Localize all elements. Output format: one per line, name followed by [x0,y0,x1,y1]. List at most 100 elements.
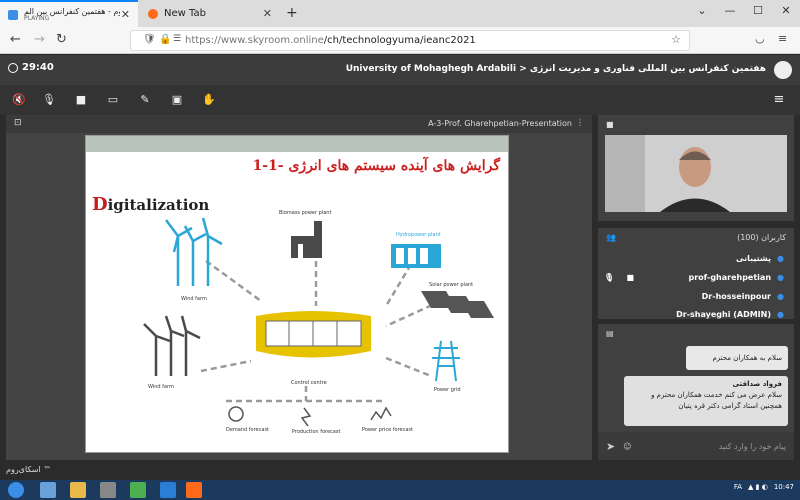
presentation-slide: 1-1- گرایش های آینده سیستم های انرژی Dig… [85,135,509,453]
biomass-plant-icon [291,221,322,258]
demand-clock-icon [228,406,244,422]
chat-input[interactable]: پیام خود را وارد کنید [719,442,786,451]
user-icon: ● [777,273,784,282]
more-options-icon[interactable]: ⋮ [576,118,584,127]
user-icon: ● [777,254,784,263]
language-indicator[interactable]: FA [734,483,742,491]
hydro-label: Hydropower plant [396,232,441,238]
control-centre-label: Control centre [291,380,327,386]
wind-farm-2-label: Wind farm [148,384,174,390]
chat-text: سلام عرض می کنم خدمت همکاران محترم و همچ… [651,391,782,411]
chat-message: سلام به همکاران محترم [686,346,788,370]
connector-forecast [226,386,386,403]
chat-panel: ▤ سلام به همکاران محترم فرواد صداقتی سلا… [598,324,794,460]
users-panel-header: 👥 کاربران (100) [598,228,794,246]
close-tab-icon[interactable]: ✕ [121,8,130,21]
chat-author: فرواد صداقتی [732,380,782,388]
list-item[interactable]: Dr-hosseinpour ● [702,292,784,301]
ie-icon[interactable] [40,482,56,498]
list-item[interactable]: Dr-shayeghi (ADMIN) ● [676,310,784,319]
tray-icons: ▲ ▮ ◐ [748,483,768,491]
user-icon: ● [777,310,784,319]
video-panel-header: ■ [598,115,794,133]
edge-icon[interactable] [160,482,176,498]
back-arrow-icon[interactable]: ← [10,32,21,47]
price-chart-icon [370,406,392,421]
presentation-panel: ⊡ A-3-Prof. Gharehpetian-Presentation ⋮ … [6,115,592,460]
camera-icon: ■ [626,273,634,282]
presentation-icon[interactable]: ▣ [170,93,184,107]
hamburger-menu-icon[interactable]: ≡ [772,93,786,107]
connector-wind2 [200,359,252,373]
solar-label: Solar power plant [429,282,473,288]
url-path: /ch/technologyuma/ieanc2021 [323,35,476,46]
energy-diagram: Wind farm Biomass power plant Hydropower… [143,210,494,435]
mic-muted-icon[interactable]: 🎙 [42,93,56,107]
forward-arrow-icon[interactable]: → [34,32,45,47]
avatar[interactable] [774,61,792,79]
close-tab-icon[interactable]: ✕ [263,7,272,20]
send-icon[interactable]: ➤ [606,440,615,453]
speaker-video [605,135,787,212]
shield-icon: 🛡 [143,34,156,45]
toolbar: 🔇 🎙 ■ ▭ ✎ ▣ ✋ ≡ [0,85,800,115]
screen-share-icon[interactable]: ▭ [106,93,120,107]
user-icon: ● [777,292,784,301]
camera-icon[interactable]: ■ [74,93,88,107]
control-centre-icon [256,311,371,358]
wind-farm-icon [165,217,223,286]
room-title: University of Mohaghegh Ardabili > هفتمی… [345,64,766,74]
speaker-muted-icon[interactable]: 🔇 [12,93,26,107]
start-button-icon[interactable] [8,482,24,498]
list-item[interactable]: پشتیبانی ● [736,254,784,263]
tab-playing-label: PLAYING [24,14,50,22]
production-label: Production forecast [292,429,340,435]
chat-message: فرواد صداقتی سلام عرض می کنم خدمت همکارا… [624,376,788,426]
pocket-icon[interactable]: ◡ [755,32,765,45]
maximize-icon[interactable]: ☐ [744,0,772,22]
biomass-label: Biomass power plant [279,210,331,216]
speaker-image [605,135,787,212]
browser-navbar: ← → ↻ 🛡 🔒 ☰ https://www.skyroom.online/c… [0,27,800,54]
menu-icon[interactable]: ≡ [778,32,787,45]
chevron-down-icon[interactable]: ⌄ [688,0,716,22]
emoji-icon[interactable]: ☺ [623,442,631,451]
demand-label: Demand forecast [226,427,269,433]
url-bar[interactable]: 🛡 🔒 ☰ https://www.skyroom.online/ch/tech… [130,30,690,51]
video-camera-icon: ■ [606,119,614,129]
window-controls: ⌄ — ☐ ✕ [688,0,800,22]
firefox-icon[interactable] [186,482,202,498]
session-timer: 29:40 [8,62,54,73]
list-item[interactable]: 🎙 ■ prof-gharehpetian ● [604,273,784,282]
media-icon[interactable] [100,482,116,498]
bookmark-star-icon[interactable]: ☆ [671,33,681,46]
chat-bubble-icon: ▤ [606,328,614,338]
hydropower-plant-icon [391,244,441,268]
taskbar: FA ▲ ▮ ◐ 10:47 [0,480,800,500]
chrome-icon[interactable] [130,482,146,498]
reload-icon[interactable]: ↻ [56,32,67,47]
folder-icon[interactable] [70,482,86,498]
tab-skyroom[interactable]: اسکای‌روم - هفتمین کنفرانس بین الم PLAYI… [0,0,138,27]
production-bolt-icon [300,407,312,427]
brand-label: اسکای‌روم ™ [6,465,52,474]
new-tab-plus-icon[interactable]: + [286,5,298,21]
brush-icon[interactable]: ✎ [138,93,152,107]
users-panel: 👥 کاربران (100) پشتیبانی ● 🎙 ■ prof-ghar… [598,228,794,319]
lock-icon: 🔒 [159,34,172,45]
connector-wind1 [205,259,262,303]
users-group-icon: 👥 [606,232,616,242]
tab-label: New Tab [164,8,206,19]
close-window-icon[interactable]: ✕ [772,0,800,22]
minimize-icon[interactable]: — [716,0,744,22]
presentation-header: ⊡ A-3-Prof. Gharehpetian-Presentation ⋮ [6,115,592,133]
firefox-favicon-icon [148,8,158,19]
fullscreen-icon[interactable]: ⊡ [14,118,22,128]
raise-hand-icon[interactable]: ✋ [202,93,216,107]
url-domain: https://www.skyroom.online [185,35,324,46]
price-label: Power price forecast [362,427,413,433]
tab-new-tab[interactable]: New Tab ✕ [140,0,280,27]
app-header: 29:40 University of Mohaghegh Ardabili >… [0,55,800,85]
presentation-title: A-3-Prof. Gharehpetian-Presentation [428,119,572,128]
connector-grid [385,356,432,378]
